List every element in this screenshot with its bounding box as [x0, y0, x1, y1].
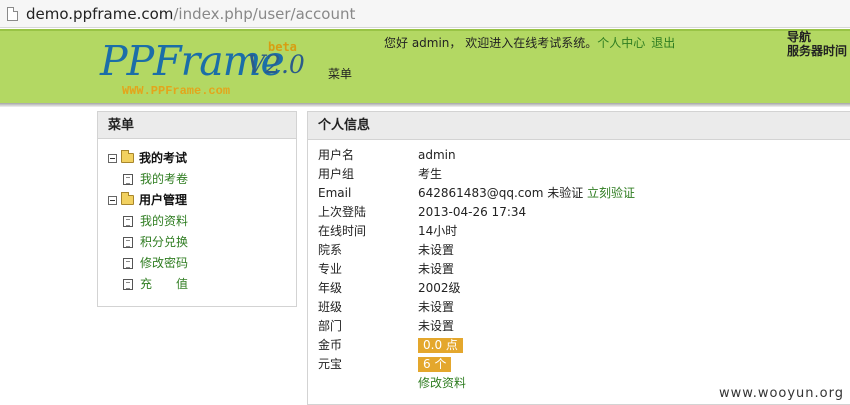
document-icon [123, 174, 133, 185]
field-label: Email [318, 186, 352, 200]
field-value-wrap: 642861483@qq.com 未验证 立刻验证 [418, 184, 635, 203]
nav-title[interactable]: 导航 [787, 30, 811, 44]
sidebar-item-label[interactable]: 我的考卷 [140, 169, 188, 190]
watermark-text: www.wooyun.org [718, 386, 844, 401]
header-shadow [0, 103, 850, 107]
field-label: 元宝 [318, 357, 343, 371]
sidebar-menu-panel: 菜单 我的考试 我的考卷 用户管理 我的资料 积分兑换 修改密码 充 值 [97, 111, 297, 307]
field-label: 专业 [318, 262, 343, 276]
field-label: 金币 [318, 338, 343, 352]
field-value: 未设置 [418, 262, 455, 276]
field-value: 2002级 [418, 281, 461, 295]
welcome-text: 您好 admin， 欢迎进入在线考试系统。 [384, 36, 598, 50]
field-label: 部门 [318, 319, 343, 333]
document-icon [123, 258, 133, 269]
collapse-icon[interactable] [108, 154, 117, 163]
document-icon [123, 279, 133, 290]
field-value: 14小时 [418, 224, 458, 238]
tree-group-user-management[interactable]: 用户管理 [98, 190, 296, 211]
field-label: 院系 [318, 243, 343, 257]
field-value: 未设置 [418, 300, 455, 314]
collapse-icon[interactable] [108, 196, 117, 205]
document-icon [123, 216, 133, 227]
welcome-bar: 您好 admin， 欢迎进入在线考试系统。个人中心 退出 [384, 35, 675, 51]
field-label: 用户名 [318, 148, 355, 162]
sidebar-item-label[interactable]: 积分兑换 [140, 232, 188, 253]
sidebar-item-change-password[interactable]: 修改密码 [98, 253, 296, 274]
sidebar-item-recharge[interactable]: 充 值 [98, 274, 296, 295]
profile-panel: 个人信息 用户名 admin 用户组 考生 Email 642861483@qq… [307, 111, 850, 405]
site-logo[interactable]: PPFrame V2.0 beta WWW.PPFrame.com [100, 36, 310, 102]
field-value-wrap: 修改资料 [418, 374, 466, 393]
logout-link[interactable]: 退出 [651, 36, 675, 50]
sidebar-item-my-profile[interactable]: 我的资料 [98, 211, 296, 232]
tree-group-label: 用户管理 [139, 193, 188, 207]
url-host: demo.ppframe.com [26, 5, 174, 23]
browser-url-bar[interactable]: demo.ppframe.com/index.php/user/account [0, 0, 850, 28]
sidebar-item-my-papers[interactable]: 我的考卷 [98, 169, 296, 190]
menu-tree: 我的考试 我的考卷 用户管理 我的资料 积分兑换 修改密码 充 值 [98, 148, 296, 295]
edit-profile-link[interactable]: 修改资料 [418, 376, 466, 390]
verify-email-link[interactable]: 立刻验证 [587, 186, 635, 200]
folder-open-icon [121, 150, 134, 163]
header-menu-link[interactable]: 菜单 [328, 65, 352, 82]
sidebar-item-label[interactable]: 充 值 [140, 274, 188, 295]
field-value: 2013-04-26 17:34 [418, 205, 527, 219]
sidebar-title: 菜单 [98, 112, 296, 139]
server-time-label: 服务器时间 [787, 44, 848, 58]
user-center-link[interactable]: 个人中心 [597, 36, 645, 50]
folder-open-icon [121, 192, 134, 205]
field-label: 在线时间 [318, 224, 367, 238]
field-label: 上次登陆 [318, 205, 367, 219]
field-value-wrap: 0.0 点 [418, 336, 463, 355]
sidebar-item-points-exchange[interactable]: 积分兑换 [98, 232, 296, 253]
gold-badge: 0.0 点 [418, 338, 463, 353]
sidebar-item-label[interactable]: 我的资料 [140, 211, 188, 232]
tree-group-my-exams[interactable]: 我的考试 [98, 148, 296, 169]
sidebar-item-label[interactable]: 修改密码 [140, 253, 188, 274]
field-value: 未设置 [418, 319, 455, 333]
field-value: 未设置 [418, 243, 455, 257]
profile-title: 个人信息 [308, 112, 850, 140]
page-icon [7, 7, 18, 21]
field-value: 考生 [418, 167, 443, 181]
logo-site-url: WWW.PPFrame.com [122, 84, 231, 98]
field-value-wrap: 6 个 [418, 355, 452, 374]
field-label: 班级 [318, 300, 343, 314]
field-value: 642861483@qq.com 未验证 [418, 186, 584, 200]
url-path: /index.php/user/account [173, 5, 356, 23]
logo-beta: beta [268, 40, 297, 54]
logo-version: V2.0 [247, 50, 305, 79]
url-text[interactable]: demo.ppframe.com/index.php/user/account [26, 4, 355, 24]
field-label: 年级 [318, 281, 343, 295]
document-icon [123, 237, 133, 248]
field-value: admin [418, 148, 456, 162]
tree-group-label: 我的考试 [139, 151, 188, 165]
field-label: 用户组 [318, 167, 355, 181]
ingot-badge: 6 个 [418, 357, 452, 372]
